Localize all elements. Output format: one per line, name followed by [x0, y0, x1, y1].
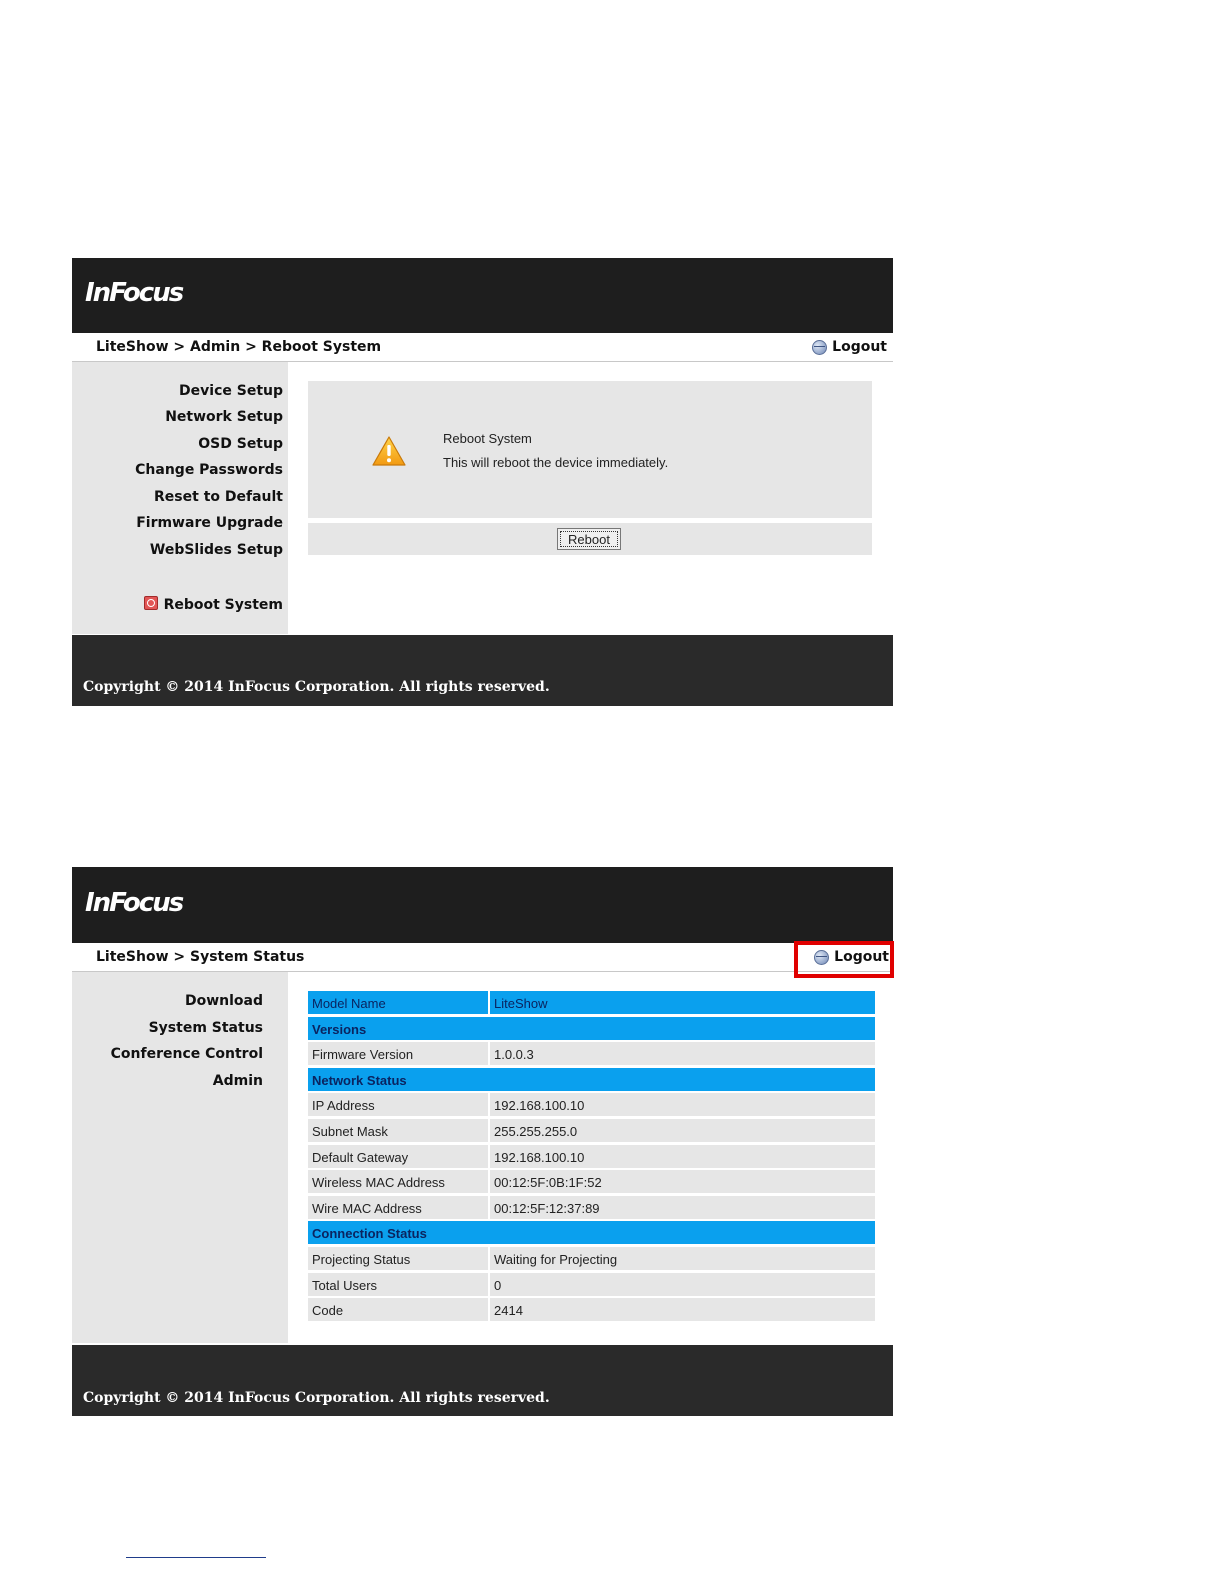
logout-label: Logout — [832, 339, 887, 355]
table-row: IP Address 192.168.100.10 — [308, 1093, 875, 1117]
section-title-network-status: Network Status — [308, 1067, 875, 1091]
row-label: Code — [308, 1298, 488, 1322]
row-value: 192.168.100.10 — [490, 1144, 875, 1168]
row-label: Default Gateway — [308, 1144, 488, 1168]
logout-highlight-box — [794, 941, 894, 978]
system-status-screen: InFocus LiteShow > System Status Logout … — [72, 867, 894, 1416]
reboot-button[interactable]: Reboot — [557, 528, 621, 550]
reboot-panel: Reboot System This will reboot the devic… — [308, 381, 872, 518]
row-label: Wireless MAC Address — [308, 1170, 488, 1194]
section-title-connection-status: Connection Status — [308, 1221, 875, 1245]
infocus-logo: InFocus — [85, 888, 184, 918]
header-bar: InFocus — [72, 867, 893, 943]
header-bar: InFocus — [72, 258, 893, 333]
footer: Copyright © 2014 InFocus Corporation. Al… — [72, 1345, 893, 1416]
table-row: Default Gateway 192.168.100.10 — [308, 1144, 875, 1168]
reboot-icon — [143, 596, 158, 610]
row-label: Total Users — [308, 1272, 488, 1296]
copyright-text: Copyright © 2014 InFocus Corporation. Al… — [83, 679, 550, 695]
section-header: Connection Status — [308, 1221, 875, 1245]
row-value: 255.255.255.0 — [490, 1118, 875, 1142]
nav-webslides-setup[interactable]: WebSlides Setup — [150, 542, 283, 558]
logout-button[interactable]: Logout — [812, 339, 887, 355]
row-value: 1.0.0.3 — [490, 1042, 875, 1066]
table-row: Wire MAC Address 00:12:5F:12:37:89 — [308, 1195, 875, 1219]
row-label: Subnet Mask — [308, 1118, 488, 1142]
sidebar: Device Setup Network Setup OSD Setup Cha… — [72, 362, 288, 634]
section-header: Versions — [308, 1016, 875, 1040]
nav-reset-to-default[interactable]: Reset to Default — [154, 489, 283, 505]
nav-download[interactable]: Download — [185, 993, 263, 1009]
nav-change-passwords[interactable]: Change Passwords — [135, 462, 283, 478]
nav-device-setup[interactable]: Device Setup — [179, 383, 283, 399]
table-row: Firmware Version 1.0.0.3 — [308, 1042, 875, 1066]
table-row: Projecting Status Waiting for Projecting — [308, 1246, 875, 1270]
table-row: Model Name LiteShow — [308, 991, 875, 1014]
row-value: 00:12:5F:12:37:89 — [490, 1195, 875, 1219]
table-row: Subnet Mask 255.255.255.0 — [308, 1118, 875, 1142]
row-value: 0 — [490, 1272, 875, 1296]
copyright-text: Copyright © 2014 InFocus Corporation. Al… — [83, 1390, 550, 1406]
row-label: Firmware Version — [308, 1042, 488, 1066]
nav-network-setup[interactable]: Network Setup — [165, 409, 283, 425]
nav-firmware-upgrade[interactable]: Firmware Upgrade — [136, 515, 283, 531]
row-value: Waiting for Projecting — [490, 1246, 875, 1270]
underline-rule — [126, 1557, 266, 1558]
row-value: 2414 — [490, 1298, 875, 1322]
breadcrumb-bar: LiteShow > System Status Logout — [72, 943, 893, 972]
row-value: 00:12:5F:0B:1F:52 — [490, 1170, 875, 1194]
reboot-button-bar: Reboot — [308, 523, 872, 555]
row-label: Wire MAC Address — [308, 1195, 488, 1219]
nav-reboot-label: Reboot System — [163, 597, 283, 613]
breadcrumb: LiteShow > System Status — [96, 949, 305, 965]
reboot-description: This will reboot the device immediately. — [443, 455, 669, 470]
system-status-table: Model Name LiteShow Versions Firmware Ve… — [308, 991, 875, 1324]
model-name-value: LiteShow — [490, 991, 875, 1014]
model-name-label: Model Name — [308, 991, 488, 1014]
nav-conference-control[interactable]: Conference Control — [111, 1046, 263, 1062]
row-label: IP Address — [308, 1093, 488, 1117]
breadcrumb: LiteShow > Admin > Reboot System — [96, 339, 382, 355]
table-row: Code 2414 — [308, 1298, 875, 1322]
globe-icon — [812, 339, 828, 355]
nav-reboot-system[interactable]: Reboot System — [143, 596, 283, 613]
nav-osd-setup[interactable]: OSD Setup — [198, 436, 283, 452]
footer: Copyright © 2014 InFocus Corporation. Al… — [72, 635, 893, 706]
reboot-system-screen: InFocus LiteShow > Admin > Reboot System… — [72, 258, 893, 706]
row-label: Projecting Status — [308, 1246, 488, 1270]
section-header: Network Status — [308, 1067, 875, 1091]
warning-icon — [372, 436, 406, 466]
sidebar: Download System Status Conference Contro… — [72, 972, 288, 1343]
nav-admin[interactable]: Admin — [213, 1073, 263, 1089]
section-title-versions: Versions — [308, 1016, 875, 1040]
reboot-title: Reboot System — [443, 431, 532, 446]
table-row: Wireless MAC Address 00:12:5F:0B:1F:52 — [308, 1170, 875, 1194]
breadcrumb-bar: LiteShow > Admin > Reboot System Logout — [72, 333, 893, 362]
nav-system-status[interactable]: System Status — [149, 1020, 263, 1036]
table-row: Total Users 0 — [308, 1272, 875, 1296]
infocus-logo: InFocus — [85, 278, 184, 308]
row-value: 192.168.100.10 — [490, 1093, 875, 1117]
